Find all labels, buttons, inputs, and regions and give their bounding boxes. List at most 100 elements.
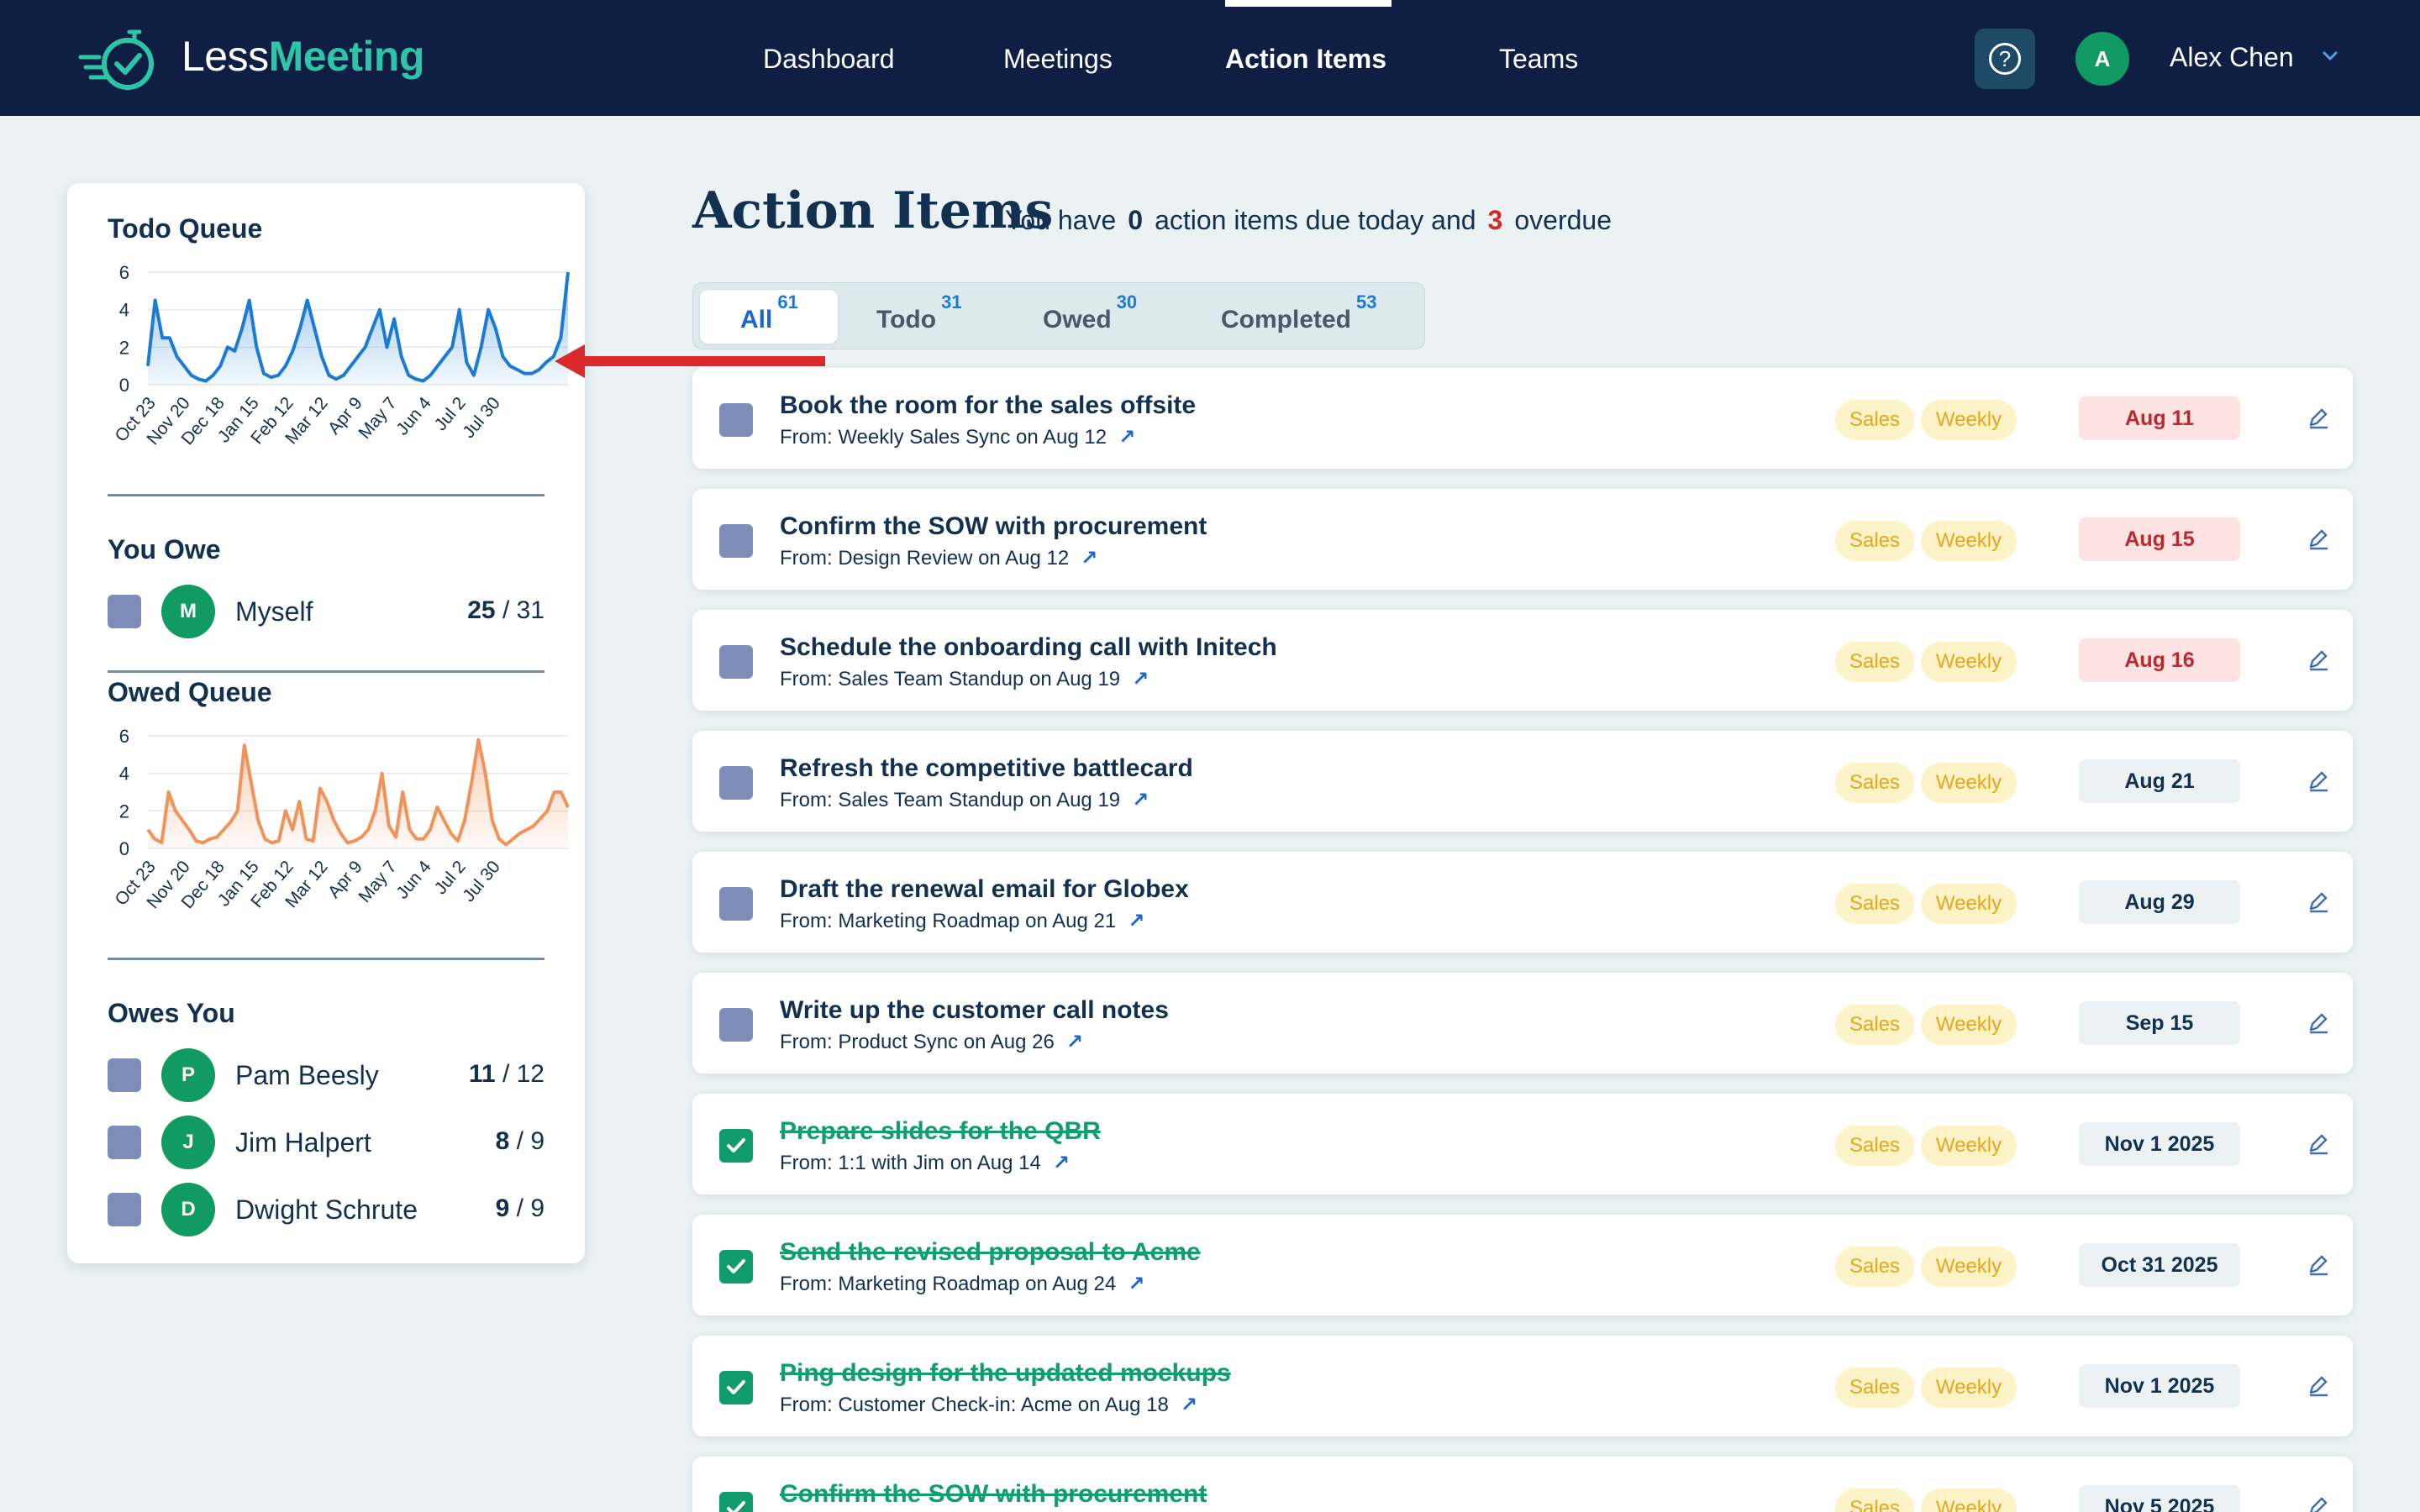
tab-all[interactable]: All61 [700,290,838,344]
pencil-icon[interactable] [2306,526,2331,551]
external-link-icon[interactable]: ↗ [1128,910,1144,932]
tag-weekly[interactable]: Weekly [1921,1247,2017,1287]
external-link-icon[interactable]: ↗ [1132,789,1149,811]
logo-icon[interactable] [77,24,161,94]
nav-dashboard[interactable]: Dashboard [763,44,895,75]
external-link-icon[interactable]: ↗ [1181,1394,1197,1416]
tag-sales[interactable]: Sales [1835,1488,1914,1512]
tag-weekly[interactable]: Weekly [1921,1126,2017,1166]
item-title[interactable]: Confirm the SOW with procurement [780,512,1207,541]
user-avatar[interactable]: A [2075,32,2129,86]
pencil-icon[interactable] [2306,405,2331,430]
item-title[interactable]: Send the revised proposal to Acme [780,1238,1201,1267]
external-link-icon[interactable]: ↗ [1128,1273,1144,1295]
tag-weekly[interactable]: Weekly [1921,1005,2017,1045]
tag-sales[interactable]: Sales [1835,1126,1914,1166]
tag-sales[interactable]: Sales [1835,1005,1914,1045]
person-name[interactable]: Jim Halpert [235,1127,371,1158]
external-link-icon[interactable]: ↗ [1132,668,1149,690]
tag-weekly[interactable]: Weekly [1921,884,2017,924]
pencil-icon[interactable] [2306,1494,2331,1512]
pencil-icon[interactable] [2306,768,2331,793]
tag-weekly[interactable]: Weekly [1921,400,2017,440]
item-title[interactable]: Confirm the SOW with procurement [780,1480,1207,1509]
item-checkbox[interactable] [719,1250,753,1284]
nav-meetings[interactable]: Meetings [1003,44,1113,75]
nav-teams[interactable]: Teams [1499,44,1578,75]
action-item-row[interactable]: Book the room for the sales offsite From:… [692,368,2353,469]
action-item-row[interactable]: Ping design for the updated mockups From:… [692,1336,2353,1436]
person-name[interactable]: Myself [235,596,313,627]
item-title[interactable]: Draft the renewal email for Globex [780,875,1189,904]
item-checkbox[interactable] [719,1492,753,1512]
help-button[interactable]: ? [1975,29,2035,89]
item-checkbox[interactable] [719,1371,753,1404]
tag-sales[interactable]: Sales [1835,1368,1914,1408]
item-title[interactable]: Ping design for the updated mockups [780,1359,1231,1388]
tab-completed[interactable]: Completed53 [1219,283,1413,350]
tag-sales[interactable]: Sales [1835,884,1914,924]
action-item-row[interactable]: Confirm the SOW with procurement From: De… [692,489,2353,590]
due-date-badge[interactable]: Aug 29 [2079,880,2240,924]
action-item-row[interactable]: Draft the renewal email for Globex From: … [692,852,2353,953]
due-date-badge[interactable]: Nov 5 2025 [2079,1485,2240,1512]
action-item-row[interactable]: Prepare slides for the QBR From: 1:1 with… [692,1094,2353,1194]
action-item-row[interactable]: Schedule the onboarding call with Initec… [692,610,2353,711]
item-checkbox[interactable] [719,1129,753,1163]
tag-sales[interactable]: Sales [1835,1247,1914,1287]
pencil-icon[interactable] [2306,647,2331,672]
item-title[interactable]: Book the room for the sales offsite [780,391,1196,420]
pencil-icon[interactable] [2306,1373,2331,1398]
action-item-row[interactable]: Write up the customer call notes From: Pr… [692,973,2353,1074]
tag-weekly[interactable]: Weekly [1921,1368,2017,1408]
due-date-badge[interactable]: Nov 1 2025 [2079,1364,2240,1408]
nav-action-items[interactable]: Action Items [1225,44,1386,75]
user-name[interactable]: Alex Chen [2170,42,2294,73]
pencil-icon[interactable] [2306,1131,2331,1156]
person-checkbox[interactable] [108,595,141,628]
due-date-badge[interactable]: Nov 1 2025 [2079,1122,2240,1166]
action-item-row[interactable]: Refresh the competitive battlecard From: … [692,731,2353,832]
person-name[interactable]: Pam Beesly [235,1060,379,1091]
external-link-icon[interactable]: ↗ [1118,426,1135,449]
action-item-row[interactable]: Confirm the SOW with procurementFrom: Sa… [692,1457,2353,1512]
tag-sales[interactable]: Sales [1835,763,1914,803]
person-checkbox[interactable] [108,1126,141,1159]
person-checkbox[interactable] [108,1193,141,1226]
due-date-badge[interactable]: Aug 11 [2079,396,2240,440]
item-title[interactable]: Schedule the onboarding call with Initec… [780,633,1277,662]
chevron-down-icon[interactable] [2319,45,2341,67]
tag-weekly[interactable]: Weekly [1921,1488,2017,1512]
due-date-badge[interactable]: Oct 31 2025 [2079,1243,2240,1287]
action-item-row[interactable]: Send the revised proposal to Acme From: M… [692,1215,2353,1315]
app-name[interactable]: LessMeeting [182,32,425,81]
external-link-icon[interactable]: ↗ [1081,547,1097,570]
external-link-icon[interactable]: ↗ [1053,1152,1070,1174]
person-name[interactable]: Dwight Schrute [235,1194,418,1226]
tab-todo[interactable]: Todo31 [875,283,992,350]
item-checkbox[interactable] [719,403,753,437]
item-checkbox[interactable] [719,887,753,921]
item-checkbox[interactable] [719,766,753,800]
tag-weekly[interactable]: Weekly [1921,763,2017,803]
due-date-badge[interactable]: Sep 15 [2079,1001,2240,1045]
external-link-icon[interactable]: ↗ [1066,1031,1083,1053]
item-title[interactable]: Prepare slides for the QBR [780,1117,1101,1146]
person-checkbox[interactable] [108,1058,141,1092]
tag-weekly[interactable]: Weekly [1921,521,2017,561]
pencil-icon[interactable] [2306,1010,2331,1035]
item-checkbox[interactable] [719,645,753,679]
due-date-badge[interactable]: Aug 15 [2079,517,2240,561]
pencil-icon[interactable] [2306,1252,2331,1277]
due-date-badge[interactable]: Aug 21 [2079,759,2240,803]
pencil-icon[interactable] [2306,889,2331,914]
item-checkbox[interactable] [719,524,753,558]
tab-owed[interactable]: Owed30 [1041,283,1167,350]
due-date-badge[interactable]: Aug 16 [2079,638,2240,682]
tag-sales[interactable]: Sales [1835,400,1914,440]
tag-sales[interactable]: Sales [1835,642,1914,682]
item-checkbox[interactable] [719,1008,753,1042]
item-title[interactable]: Write up the customer call notes [780,996,1169,1025]
tag-sales[interactable]: Sales [1835,521,1914,561]
tag-weekly[interactable]: Weekly [1921,642,2017,682]
